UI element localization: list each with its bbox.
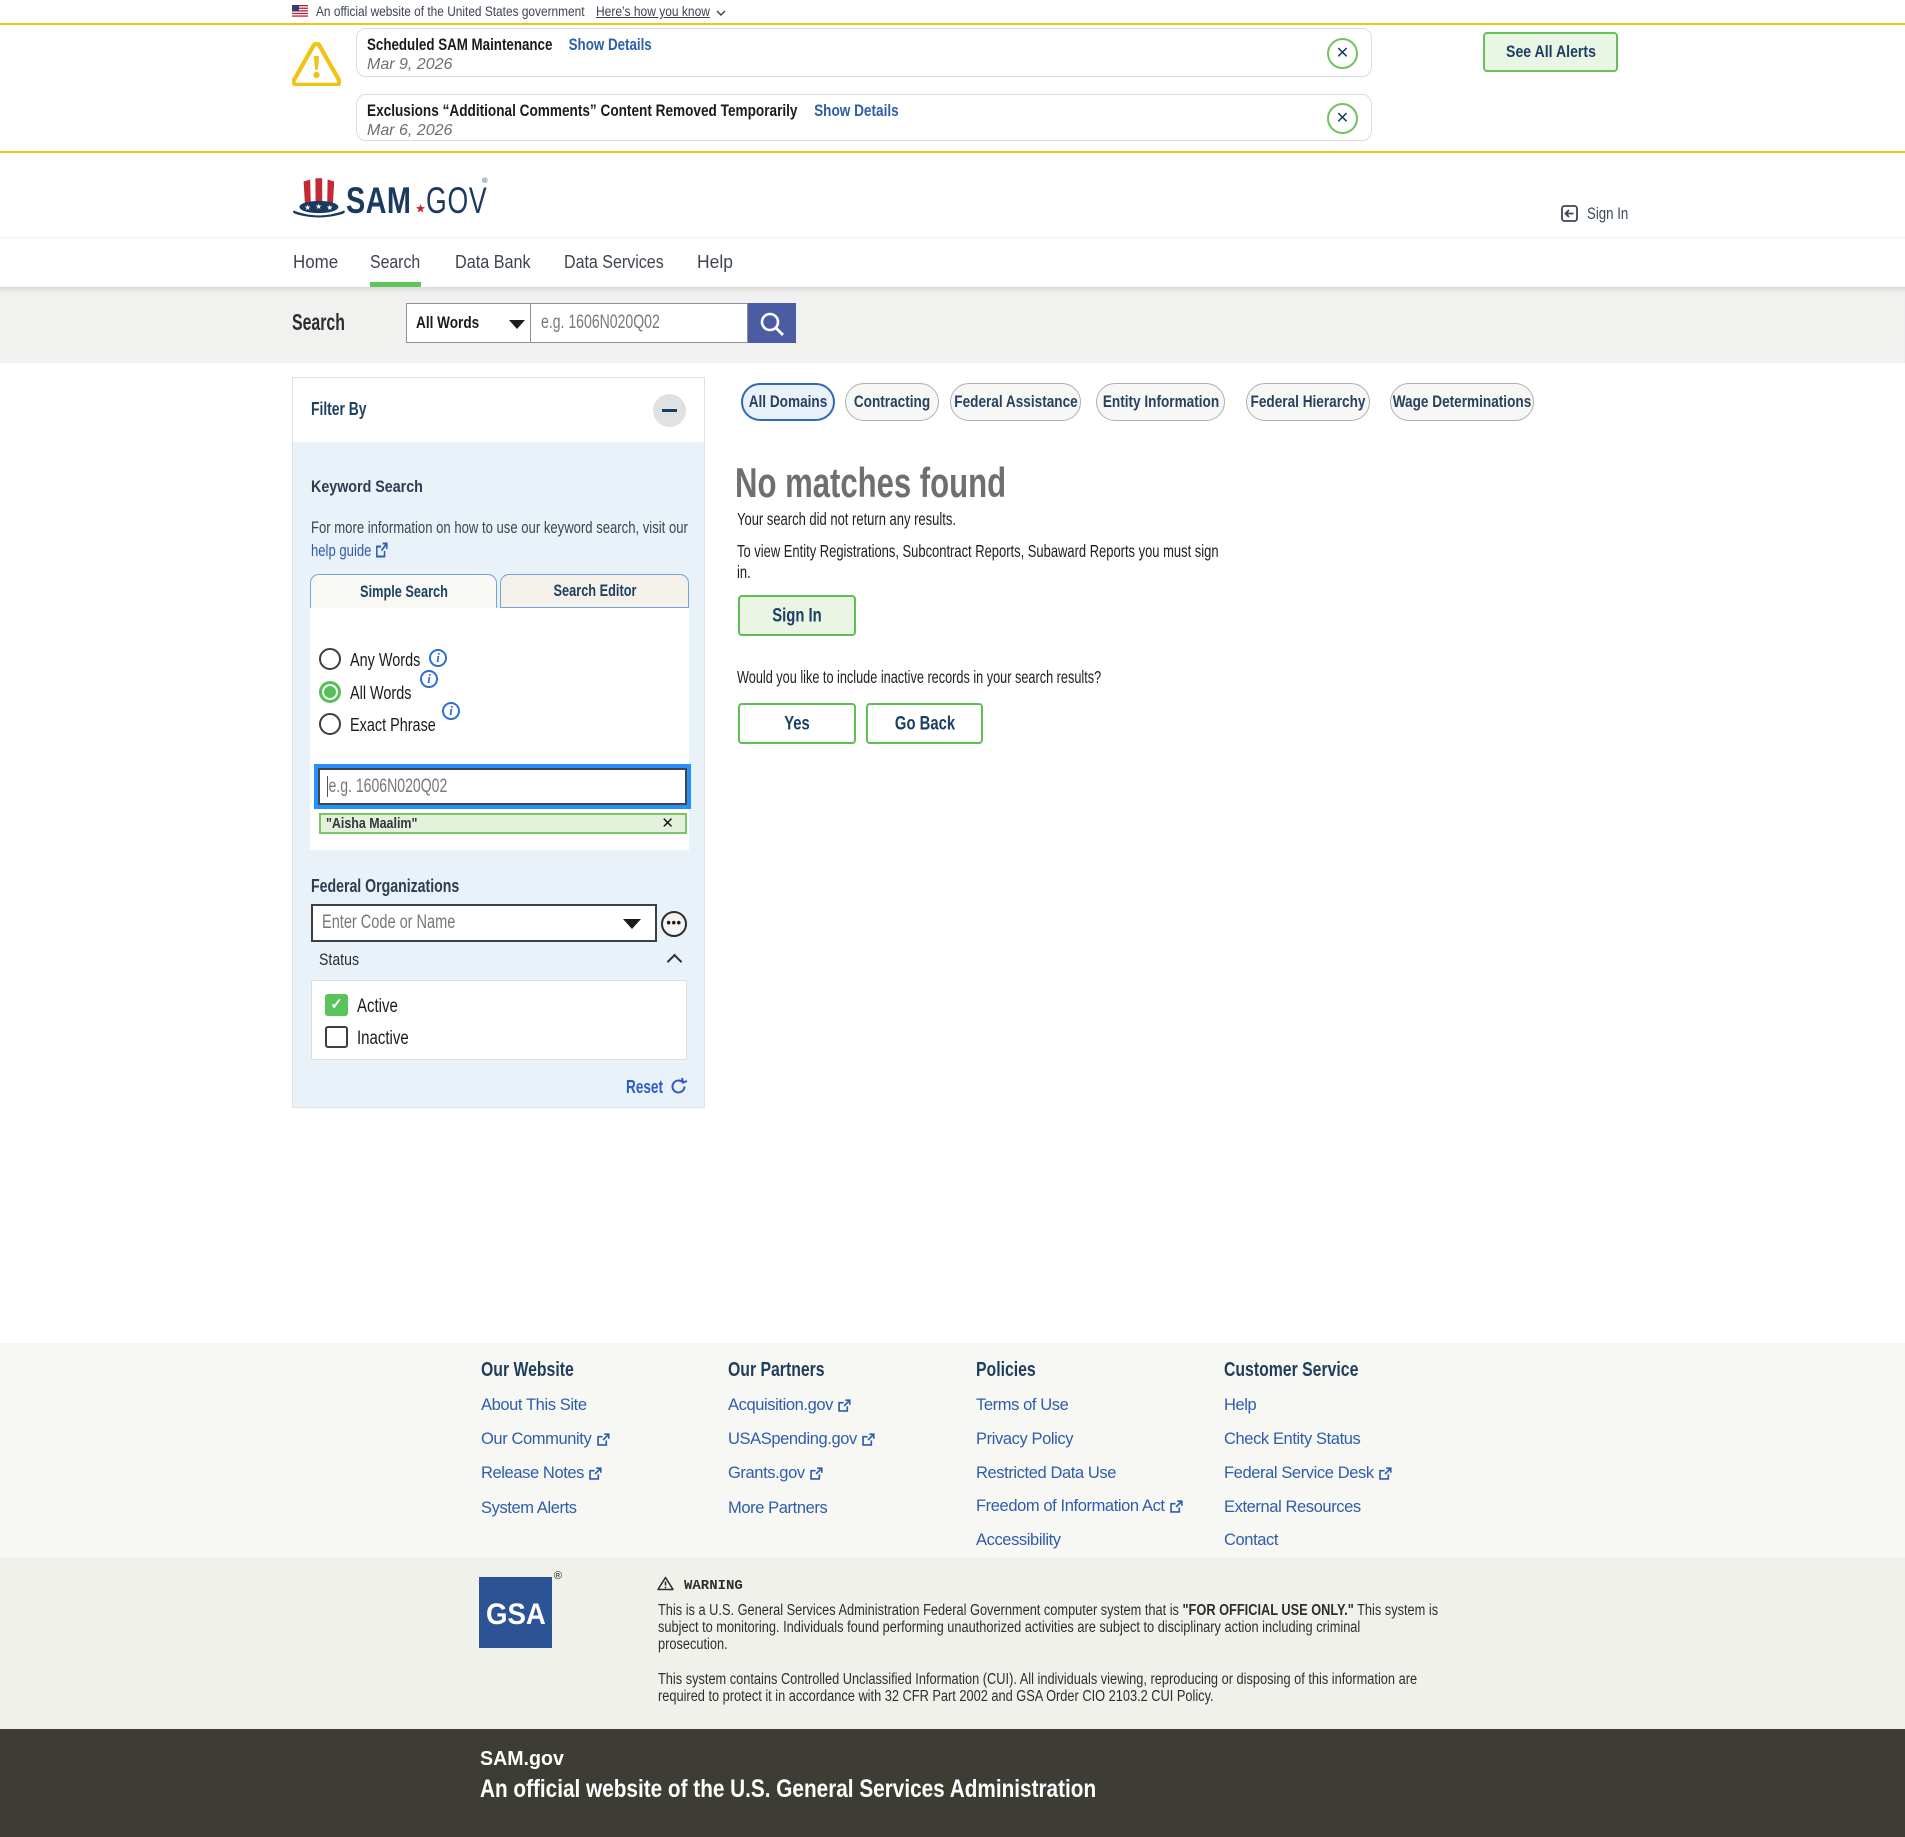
svg-text:★: ★ [326,203,333,212]
svg-text:★: ★ [304,203,311,212]
svg-text:★: ★ [315,202,322,211]
